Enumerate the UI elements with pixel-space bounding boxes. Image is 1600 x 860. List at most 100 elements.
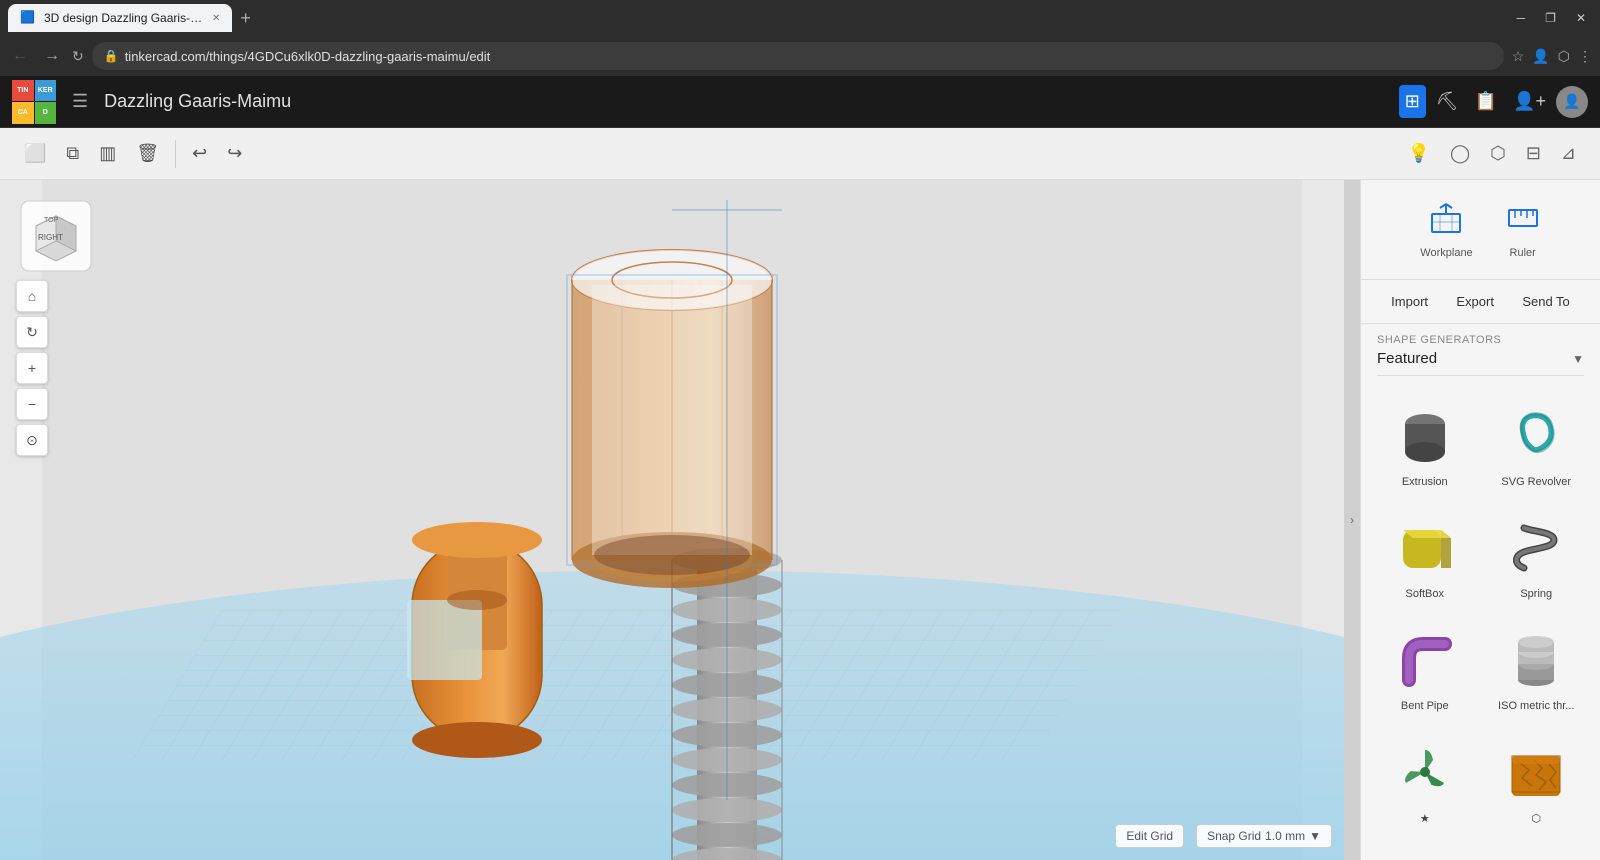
bent-pipe-label: Bent Pipe <box>1401 700 1449 712</box>
lock-icon: 🔒 <box>104 49 119 63</box>
forward-button[interactable]: → <box>40 43 64 69</box>
zoom-out-button[interactable]: − <box>16 388 48 420</box>
snap-grid-value: 1.0 mm <box>1265 829 1305 843</box>
iso-thread-thumbnail <box>1500 624 1572 696</box>
shape-terrain[interactable]: ⬡ <box>1481 724 1593 837</box>
active-tab[interactable]: 🟦 3D design Dazzling Gaaris-Maim... ✕ <box>8 4 232 32</box>
snap-button[interactable]: ◯ <box>1442 137 1478 170</box>
bookmark-icon[interactable]: ☆ <box>1512 48 1525 65</box>
shape-extrusion[interactable]: Extrusion <box>1369 388 1481 500</box>
new-button[interactable]: ⬜ <box>16 137 54 170</box>
grid-button[interactable]: ⬡ <box>1482 137 1514 170</box>
top-action-buttons: Import Export Send To <box>1361 280 1600 324</box>
add-user-button[interactable]: 👤+ <box>1507 85 1552 118</box>
delete-button[interactable]: 🗑 <box>128 137 167 170</box>
back-button[interactable]: ← <box>8 43 32 69</box>
logo-cell-ker: KER <box>35 80 57 102</box>
address-bar[interactable]: 🔒 tinkercad.com/things/4GDCu6xlk0D-dazzl… <box>92 42 1504 70</box>
logo-cell-ca: CA <box>12 102 34 124</box>
project-title: Dazzling Gaaris-Maimu <box>104 91 1387 112</box>
zoom-in-button[interactable]: + <box>16 352 48 384</box>
softbox-label: SoftBox <box>1405 588 1444 600</box>
reload-button[interactable]: ↻ <box>72 48 84 65</box>
shape-star[interactable]: ★ <box>1369 724 1481 837</box>
ruler-button[interactable]: Ruler <box>1497 192 1549 267</box>
viewport[interactable]: RIGHT TOP ⌂ ↻ + − ⊙ Edit Grid Snap Grid … <box>0 180 1344 860</box>
mirror-button[interactable]: ⊿ <box>1553 137 1584 170</box>
3d-scene <box>0 180 1344 860</box>
orbit-button[interactable]: ↻ <box>16 316 48 348</box>
shapes-grid: Extrusion SVG Revolver <box>1361 388 1600 837</box>
close-button[interactable]: ✕ <box>1570 9 1592 27</box>
pickaxe-button[interactable]: ⛏ <box>1430 85 1465 118</box>
import-button[interactable]: Import <box>1379 288 1440 315</box>
logo-cell-d: D <box>35 102 57 124</box>
shape-bent-pipe[interactable]: Bent Pipe <box>1369 612 1481 724</box>
menu-icon[interactable]: ⋮ <box>1578 48 1592 65</box>
grid-view-button[interactable]: ⊞ <box>1399 85 1426 118</box>
sg-header: Shape Generators Featured ▼ <box>1361 324 1600 388</box>
iso-thread-label: ISO metric thr... <box>1498 700 1574 712</box>
extensions-icon[interactable]: ⬡ <box>1558 48 1570 65</box>
panel-top-actions: Workplane Ruler <box>1361 180 1600 280</box>
snap-grid-arrow[interactable]: ▼ <box>1309 829 1321 843</box>
main-area: RIGHT TOP ⌂ ↻ + − ⊙ Edit Grid Snap Grid … <box>0 180 1600 860</box>
edit-grid-button[interactable]: Edit Grid <box>1115 824 1184 848</box>
spring-label: Spring <box>1520 588 1552 600</box>
shape-generators-panel: Shape Generators Featured ▼ <box>1361 324 1600 860</box>
ruler-icon <box>1505 200 1541 243</box>
shape-softbox[interactable]: SoftBox <box>1369 500 1481 612</box>
sg-category-dropdown[interactable]: Featured ▼ <box>1377 346 1584 376</box>
duplicate-button[interactable]: ⧉ <box>58 137 87 170</box>
avatar-button[interactable]: 👤 <box>1556 86 1588 118</box>
sg-title: Shape Generators <box>1377 334 1584 346</box>
shape-spring[interactable]: Spring <box>1481 500 1593 612</box>
workplane-label: Workplane <box>1420 247 1472 259</box>
sg-dropdown-arrow-icon: ▼ <box>1572 352 1584 366</box>
tab-close-button[interactable]: ✕ <box>212 13 220 24</box>
viewport-controls: ⌂ ↻ + − ⊙ <box>16 280 48 456</box>
maximize-button[interactable]: ❐ <box>1539 9 1562 27</box>
shape-svg-revolver[interactable]: SVG Revolver <box>1481 388 1593 500</box>
window-controls: ─ ❐ ✕ <box>1511 9 1592 27</box>
star-thumbnail <box>1389 736 1461 808</box>
star-label: ★ <box>1420 812 1430 825</box>
fit-view-button[interactable]: ⊙ <box>16 424 48 456</box>
shape-iso-thread[interactable]: ISO metric thr... <box>1481 612 1593 724</box>
toolbar-separator-1 <box>175 140 176 168</box>
extrusion-label: Extrusion <box>1402 476 1448 488</box>
collapse-panel-handle[interactable]: › <box>1344 180 1360 860</box>
tab-bar: 🟦 3D design Dazzling Gaaris-Maim... ✕ + <box>8 0 255 36</box>
sg-category-label: Featured <box>1377 350 1437 367</box>
home-view-button[interactable]: ⌂ <box>16 280 48 312</box>
board-button[interactable]: 📋 <box>1469 85 1503 118</box>
view-cube[interactable]: RIGHT TOP <box>16 196 96 281</box>
address-actions: ☆ 👤 ⬡ ⋮ <box>1512 48 1592 65</box>
export-button[interactable]: Export <box>1444 288 1506 315</box>
redo-button[interactable]: ↪ <box>219 137 250 170</box>
workplane-icon <box>1428 200 1464 243</box>
light-button[interactable]: 💡 <box>1400 137 1438 170</box>
app-header: TIN KER CA D ☰ Dazzling Gaaris-Maimu ⊞ ⛏… <box>0 76 1600 128</box>
header-actions: ⊞ ⛏ 📋 👤+ 👤 <box>1399 85 1588 118</box>
undo-button[interactable]: ↩ <box>184 137 215 170</box>
logo-cell-tin: TIN <box>12 80 34 102</box>
address-text: tinkercad.com/things/4GDCu6xlk0D-dazzlin… <box>125 49 491 64</box>
ruler-label: Ruler <box>1510 247 1536 259</box>
align-button[interactable]: ⊟ <box>1518 137 1549 170</box>
extrusion-thumbnail <box>1389 400 1461 472</box>
svg-text:TOP: TOP <box>44 217 59 224</box>
toolbar: ⬜ ⧉ ▥ 🗑 ↩ ↪ 💡 ◯ ⬡ ⊟ ⊿ <box>0 128 1600 180</box>
terrain-label: ⬡ <box>1531 812 1541 825</box>
terrain-thumbnail <box>1500 736 1572 808</box>
send-to-button[interactable]: Send To <box>1510 288 1581 315</box>
minimize-button[interactable]: ─ <box>1511 9 1532 27</box>
new-tab-button[interactable]: + <box>236 8 255 29</box>
copy-button[interactable]: ▥ <box>91 137 124 170</box>
snap-grid-area: Snap Grid 1.0 mm ▼ <box>1196 824 1332 848</box>
address-bar-row: ← → ↻ 🔒 tinkercad.com/things/4GDCu6xlk0D… <box>0 36 1600 76</box>
profile-icon[interactable]: 👤 <box>1532 48 1549 65</box>
tinkercad-logo: TIN KER CA D <box>12 80 56 124</box>
hamburger-button[interactable]: ☰ <box>68 87 92 116</box>
workplane-button[interactable]: Workplane <box>1412 192 1480 267</box>
